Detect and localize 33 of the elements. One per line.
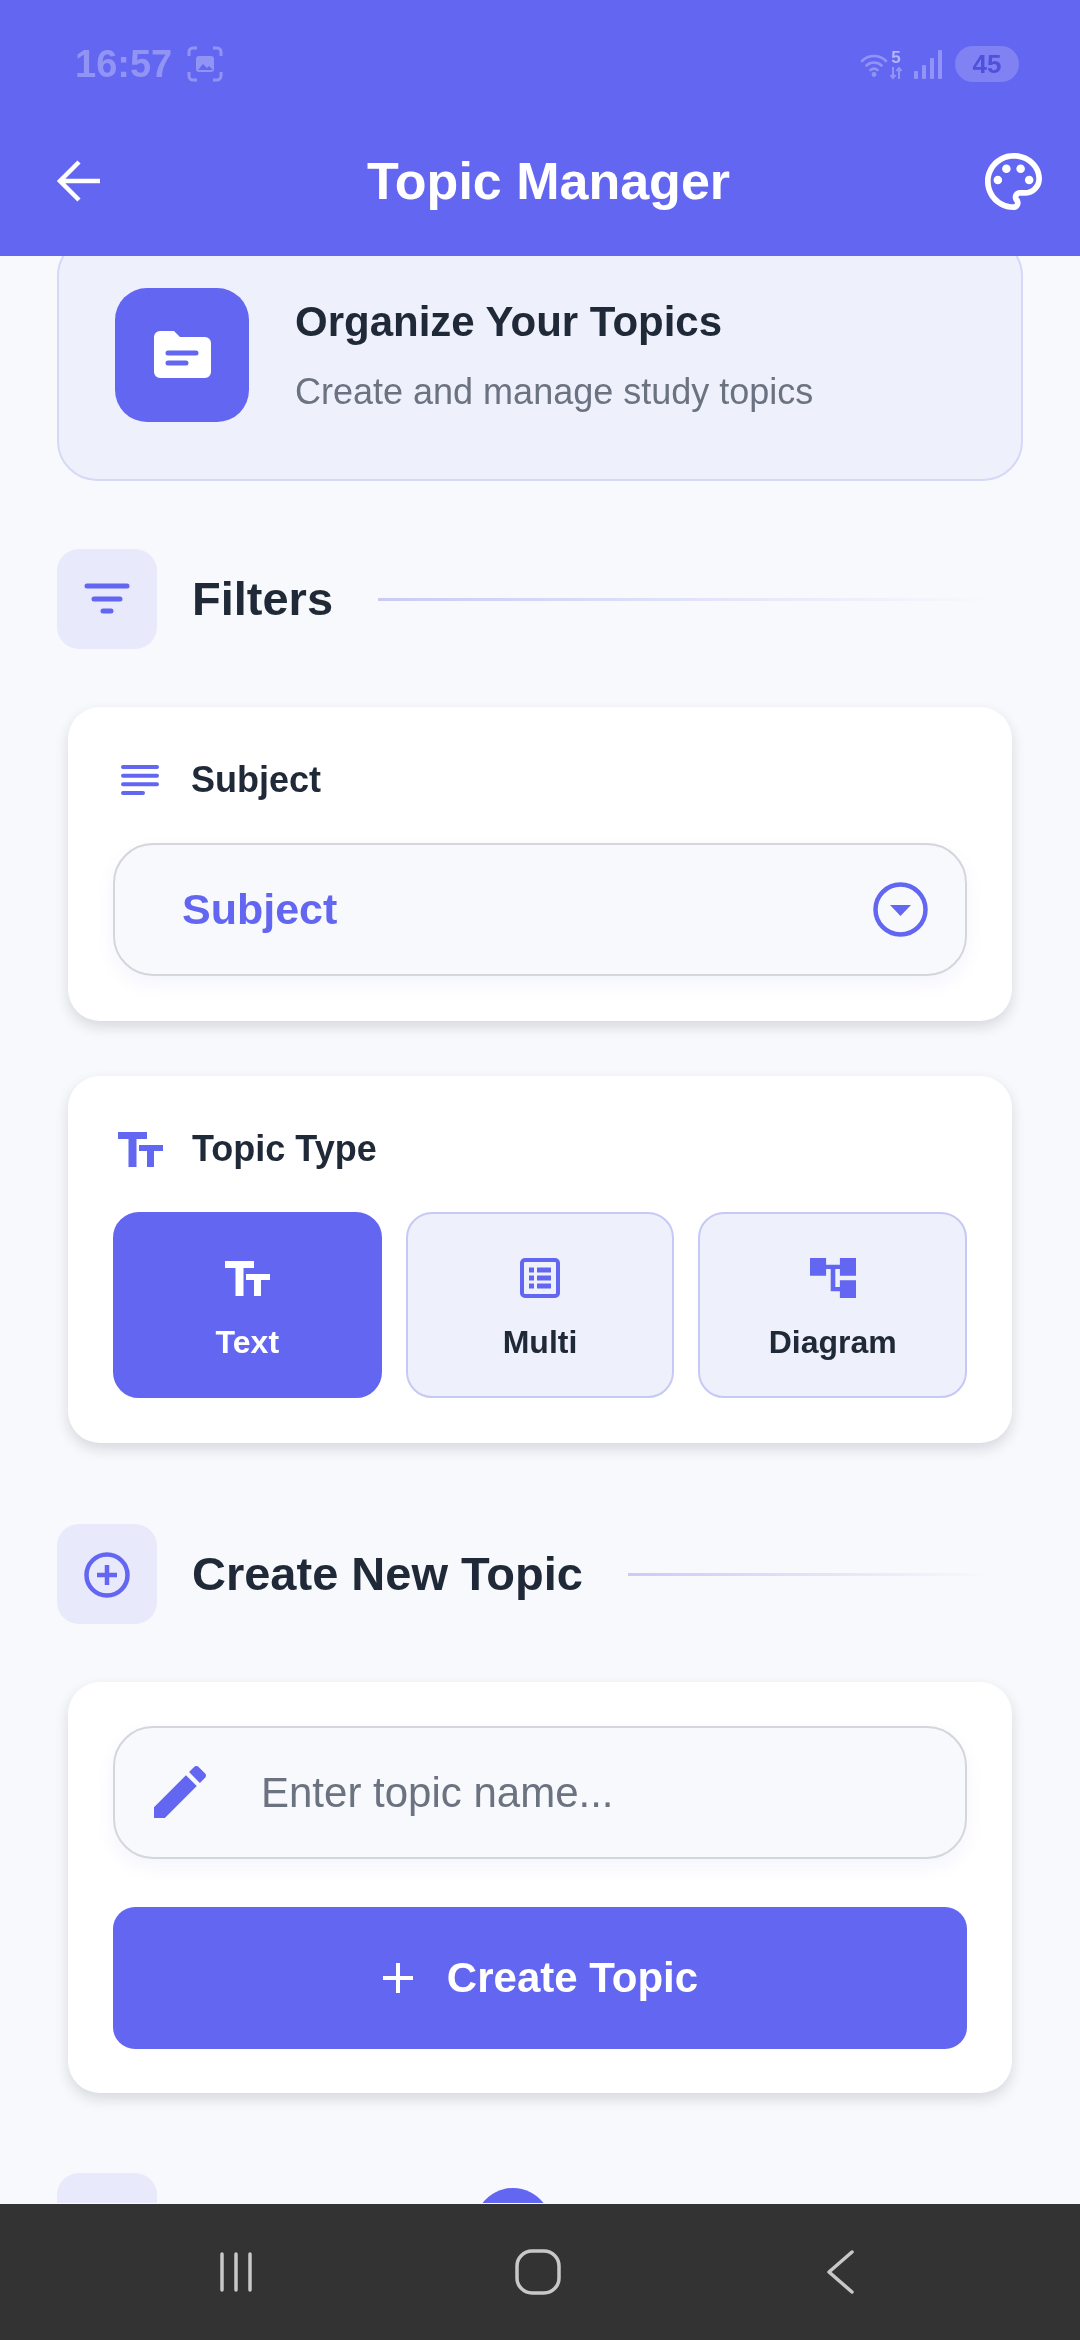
field-label: Subject [191, 758, 322, 802]
signal-icon [913, 49, 943, 79]
section-heading: Create New Topic [192, 1546, 583, 1602]
badge-icon [482, 2188, 544, 2203]
pencil-icon [154, 1766, 206, 1818]
subject-dropdown[interactable]: Subject [113, 843, 967, 976]
nav-back-icon[interactable] [825, 2249, 855, 2295]
intro-subtitle: Create and manage study topics [295, 369, 814, 414]
topic-type-option[interactable]: Text [113, 1212, 382, 1398]
field-label: Topic Type [192, 1127, 377, 1171]
plus-icon [381, 1962, 414, 1994]
folder-icon [115, 288, 249, 422]
data-arrows-icon [889, 65, 903, 80]
topic-name-field[interactable]: Enter topic name... [113, 1726, 967, 1859]
recent-apps-icon[interactable] [218, 2251, 254, 2293]
text-fields-icon [224, 1261, 270, 1296]
text-fields-icon [118, 1131, 163, 1167]
section-heading: Filters [192, 571, 334, 627]
create-topic-button[interactable]: Create Topic [113, 1907, 967, 2049]
screenshot-icon [187, 46, 224, 82]
intro-title: Organize Your Topics [295, 296, 724, 347]
lines-icon [121, 764, 159, 796]
back-arrow-icon[interactable] [55, 159, 101, 203]
palette-icon[interactable] [985, 152, 1042, 210]
topic-type-option[interactable]: Diagram [698, 1212, 967, 1398]
home-icon[interactable] [515, 2249, 561, 2295]
wifi-label: 5 [891, 48, 901, 66]
list-icon [520, 1258, 560, 1298]
filter-icon [57, 549, 157, 649]
dropdown-icon [873, 882, 928, 937]
page-title: Topic Manager [366, 151, 731, 211]
topic-type-option[interactable]: Multi [405, 1212, 675, 1398]
hierarchy-icon [809, 1258, 856, 1298]
